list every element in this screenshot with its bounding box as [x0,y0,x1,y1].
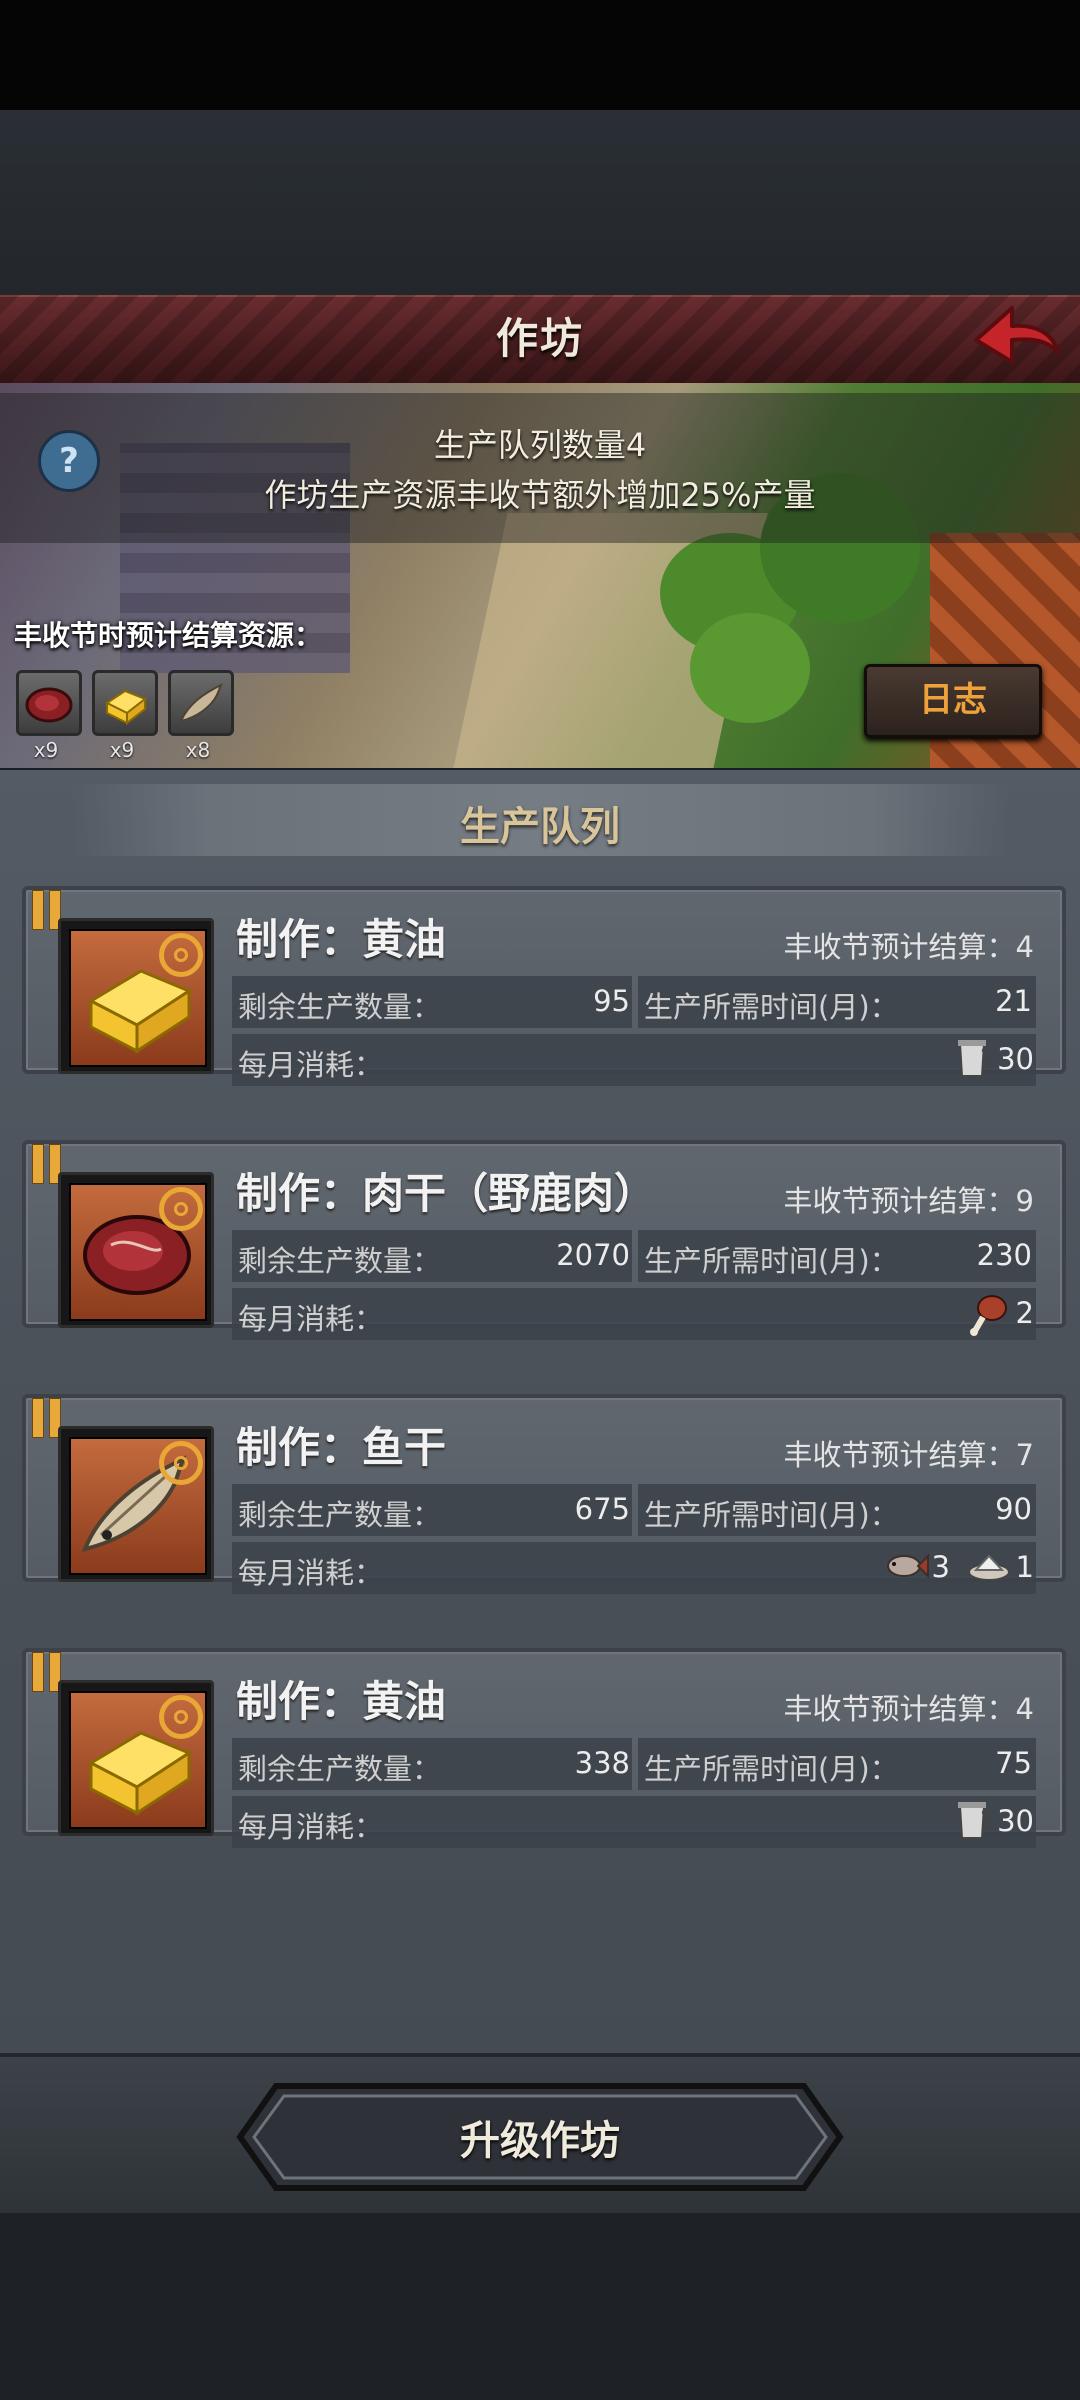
cycle-icon [159,1187,203,1231]
butter-icon [92,670,158,736]
remaining-label: 剩余生产数量： [238,1498,442,1532]
harvest-estimate: 丰收节预计结算：7 [783,1438,1034,1472]
time-label: 生产所需时间(月)： [644,990,899,1024]
remaining-value: 675 [574,1492,630,1526]
harvest-estimate: 丰收节预计结算：4 [783,1692,1034,1726]
time-value: 21 [995,984,1032,1018]
item-title: 制作：肉干（野鹿肉） [236,1169,657,1218]
harvest-estimate: 丰收节预计结算：4 [783,930,1034,964]
queue-count-text: 生产队列数量4 [433,426,647,464]
resource-count: x9 [33,738,59,762]
consume-amount: 3 [931,1550,950,1584]
product-icon-frame [58,1680,214,1836]
consume-amount: 1 [1015,1550,1034,1584]
item-title: 制作：鱼干 [236,1423,447,1472]
resource-count: x9 [109,738,135,762]
meat-icon [16,670,82,736]
meat-icon [69,1183,207,1321]
status-bar-area [0,0,1080,110]
cycle-icon [159,1695,203,1739]
time-value: 230 [976,1238,1032,1272]
milk-jug-icon [952,1798,992,1852]
consume-label: 每月消耗： [238,1556,384,1590]
dried-fish-icon [168,670,234,736]
item-title: 制作：黄油 [236,1677,447,1726]
resource-count: x8 [185,738,211,762]
remaining-value: 2070 [556,1238,630,1272]
remaining-label: 剩余生产数量： [238,1752,442,1786]
section-title: 生产队列 [460,804,620,850]
consume-amount: 2 [1015,1296,1034,1330]
butter-icon [69,1691,207,1829]
salt-icon [966,1548,1012,1592]
product-icon-frame [58,918,214,1074]
time-value: 75 [995,1746,1032,1780]
consume-label: 每月消耗： [238,1302,384,1336]
harvest-resources-label: 丰收节时预计结算资源： [14,619,323,652]
remaining-label: 剩余生产数量： [238,990,442,1024]
page-title: 作坊 [495,314,584,363]
item-title: 制作：黄油 [236,915,447,964]
cycle-icon [159,933,203,977]
time-label: 生产所需时间(月)： [644,1244,899,1278]
time-label: 生产所需时间(月)： [644,1752,899,1786]
consume-amount: 30 [997,1804,1034,1838]
consume-label: 每月消耗： [238,1810,384,1844]
log-button[interactable]: 日志 [864,664,1042,738]
harvest-bonus-text: 作坊生产资源丰收节额外增加25%产量 [264,476,816,514]
product-icon-frame [58,1426,214,1582]
time-label: 生产所需时间(月)： [644,1498,899,1532]
back-arrow-icon[interactable] [972,300,1062,376]
remaining-label: 剩余生产数量： [238,1244,442,1278]
product-icon-frame [58,1172,214,1328]
consume-amount: 30 [997,1042,1034,1076]
footer-background [0,2213,1080,2400]
upgrade-workshop-label: 升级作坊 [460,2118,620,2164]
butter-icon [69,929,207,1067]
remaining-value: 338 [574,1746,630,1780]
fish-icon [884,1546,930,1594]
harvest-estimate: 丰收节预计结算：9 [783,1184,1034,1218]
milk-jug-icon [952,1036,992,1090]
cycle-icon [159,1441,203,1485]
time-value: 90 [995,1492,1032,1526]
dried-fish-icon [69,1437,207,1575]
upper-background [0,110,1080,295]
consume-label: 每月消耗： [238,1048,384,1082]
remaining-value: 95 [593,984,630,1018]
